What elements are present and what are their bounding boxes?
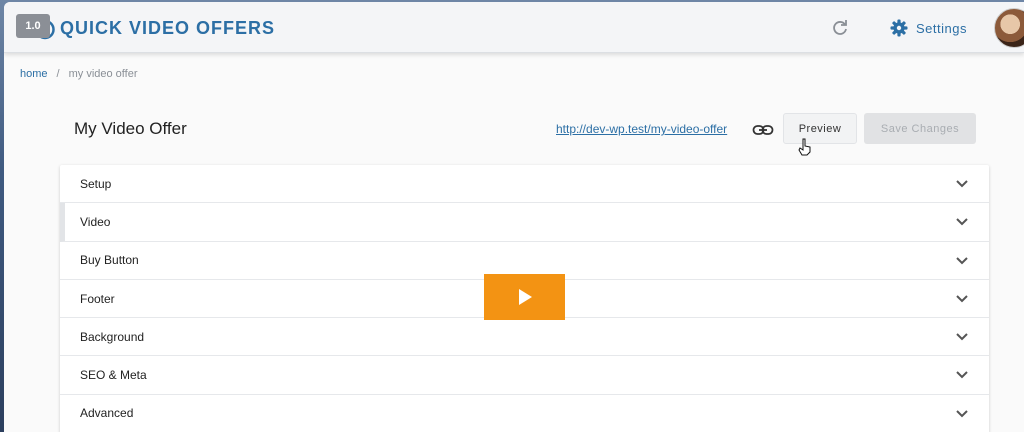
section-label: Buy Button <box>80 253 139 268</box>
section-background[interactable]: Background <box>60 318 989 357</box>
section-label: Footer <box>80 291 115 306</box>
chevron-down-icon <box>956 371 968 379</box>
settings-button[interactable]: Settings <box>890 16 967 40</box>
section-label: Background <box>80 329 145 344</box>
playback-speed-badge[interactable]: 1.0 <box>16 14 50 38</box>
breadcrumb: home / my video offer <box>20 68 137 80</box>
section-video[interactable]: Video <box>60 203 989 242</box>
refresh-icon[interactable] <box>830 18 850 38</box>
breadcrumb-home-link[interactable]: home <box>20 68 48 80</box>
chevron-down-icon <box>956 333 968 341</box>
preview-button[interactable]: Preview <box>783 113 857 144</box>
cursor-icon <box>798 138 811 156</box>
section-seo-meta[interactable]: SEO & Meta <box>60 356 989 395</box>
app-title: QUICK VIDEO OFFERS <box>60 18 276 38</box>
breadcrumb-current: my video offer <box>68 68 138 80</box>
chevron-down-icon <box>956 218 968 226</box>
section-setup[interactable]: Setup <box>60 165 989 204</box>
section-label: Advanced <box>80 406 134 421</box>
section-label: Setup <box>80 176 112 191</box>
chevron-down-icon <box>956 180 968 188</box>
link-icon[interactable] <box>752 120 774 140</box>
breadcrumb-separator: / <box>56 68 60 80</box>
top-bar: 1.0 QUICK VIDEO OFFERS Settings <box>4 2 1024 53</box>
avatar[interactable] <box>994 8 1024 48</box>
chevron-down-icon <box>956 410 968 418</box>
video-play-button[interactable] <box>484 274 565 320</box>
page-title: My Video Offer <box>74 119 187 138</box>
chevron-down-icon <box>956 295 968 303</box>
play-icon <box>518 289 532 305</box>
section-advanced[interactable]: Advanced <box>60 395 989 432</box>
chevron-down-icon <box>956 256 968 265</box>
save-changes-button[interactable]: Save Changes <box>864 113 976 144</box>
app-window: 1.0 QUICK VIDEO OFFERS Settings home / m… <box>4 2 1024 432</box>
section-label: SEO & Meta <box>80 368 147 383</box>
settings-label: Settings <box>916 20 967 36</box>
gear-icon <box>890 19 908 37</box>
offer-url-link[interactable]: http://dev-wp.test/my-video-offer <box>556 122 727 136</box>
section-label: Video <box>80 214 111 229</box>
